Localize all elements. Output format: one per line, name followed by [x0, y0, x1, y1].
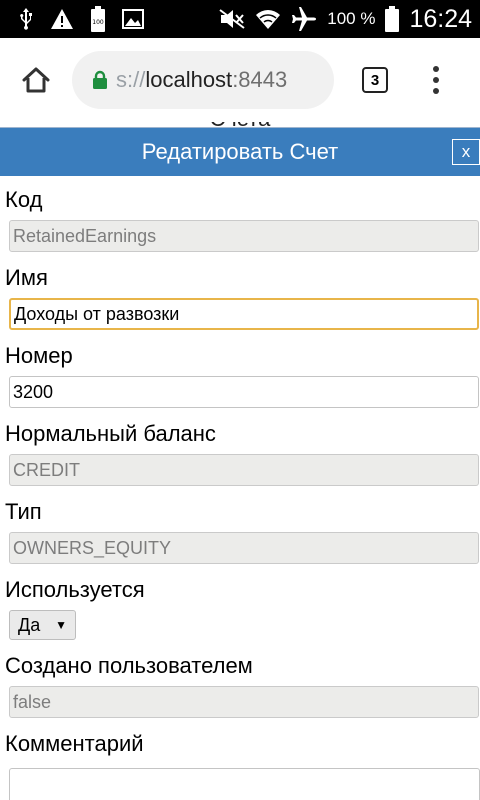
mute-icon — [219, 9, 245, 29]
status-bar: 100 100 % 16:24 — [0, 0, 480, 38]
account-form: Код RetainedEarnings Имя Доходы от разво… — [0, 176, 480, 800]
clock: 16:24 — [409, 4, 472, 33]
url-host: localhost — [145, 67, 233, 92]
dialog-title: Редатировать Счет — [141, 139, 339, 164]
comment-textarea[interactable] — [9, 768, 480, 800]
dropdown-arrow-icon: ▼ — [55, 618, 67, 632]
more-menu-button[interactable] — [416, 38, 456, 122]
home-icon — [22, 67, 50, 93]
code-field[interactable]: RetainedEarnings — [9, 220, 479, 252]
edit-account-dialog: Редатировать Счет x Код RetainedEarnings… — [0, 127, 480, 800]
created-by-user-field[interactable]: false — [9, 686, 479, 718]
name-field[interactable]: Доходы от развозки — [9, 298, 479, 330]
menu-dot — [433, 66, 439, 72]
comment-label: Комментарий — [5, 731, 144, 756]
used-select-value: Да — [18, 614, 41, 635]
url-port: :8443 — [232, 67, 288, 92]
close-button[interactable]: x — [452, 139, 480, 165]
battery-icon — [385, 6, 400, 32]
type-field[interactable]: OWNERS_EQUITY — [9, 532, 479, 564]
menu-dot — [433, 88, 439, 94]
lock-icon — [92, 70, 108, 90]
normal-balance-label: Нормальный баланс — [5, 421, 216, 446]
home-button[interactable] — [0, 38, 72, 122]
address-bar[interactable]: s://localhost:8443 — [72, 51, 334, 109]
dialog-header: Редатировать Счет x — [0, 128, 480, 176]
usb-icon — [18, 7, 34, 31]
browser-toolbar: s://localhost:8443 3 — [0, 38, 480, 122]
battery-full-icon: 100 — [90, 6, 106, 32]
name-label: Имя — [5, 265, 48, 290]
image-icon — [122, 9, 144, 29]
url-text: s://localhost:8443 — [116, 67, 287, 93]
created-by-user-label: Создано пользователем — [5, 653, 253, 678]
type-label: Тип — [5, 499, 42, 524]
normal-balance-field[interactable]: CREDIT — [9, 454, 479, 486]
used-select[interactable]: Да ▼ — [9, 610, 76, 640]
airplane-icon — [291, 7, 317, 31]
code-label: Код — [5, 187, 43, 212]
wifi-icon — [255, 8, 281, 30]
svg-text:100: 100 — [92, 19, 104, 26]
battery-percent: 100 % — [327, 9, 376, 28]
number-field[interactable]: 3200 — [9, 376, 479, 408]
tab-switcher-button[interactable]: 3 — [334, 38, 416, 122]
number-label: Номер — [5, 343, 73, 368]
warning-icon — [50, 8, 74, 30]
menu-dot — [433, 77, 439, 83]
tab-count: 3 — [362, 67, 388, 93]
used-label: Используется — [5, 577, 145, 602]
url-prefix: s:// — [116, 67, 146, 92]
